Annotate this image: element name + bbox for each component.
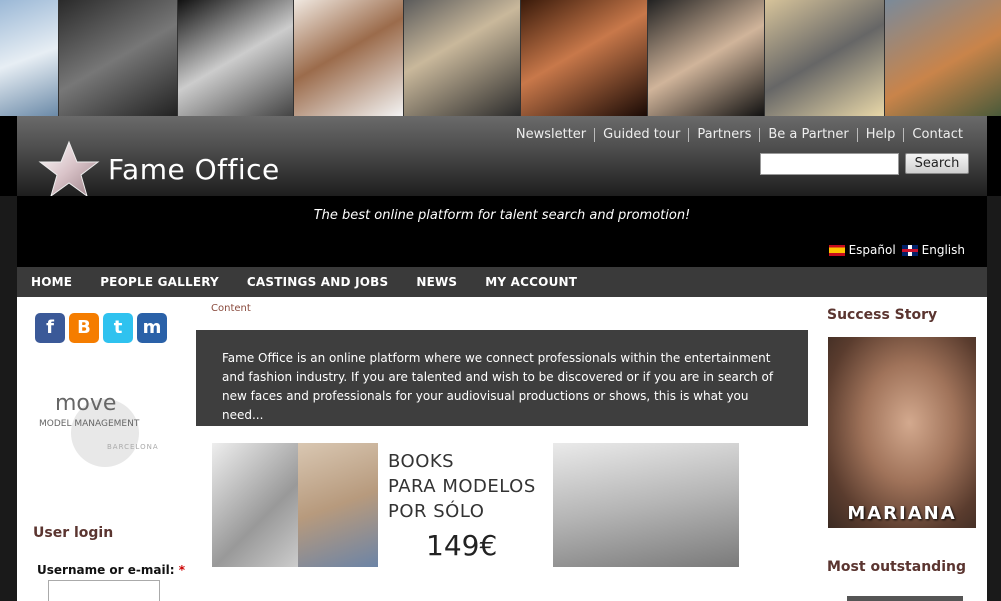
nav-home[interactable]: HOME [17, 275, 86, 289]
tagline-band: The best online platform for talent sear… [17, 196, 987, 267]
header-edge [987, 116, 1001, 196]
model-photo [648, 0, 765, 116]
banner-price: 149€ [426, 529, 498, 562]
banner-line-1: BOOKS [388, 451, 455, 472]
top-link-guided-tour[interactable]: Guided tour [594, 128, 688, 142]
top-links: Newsletter Guided tour Partners Be a Par… [508, 128, 971, 142]
banner-photo-2 [298, 443, 378, 567]
language-en[interactable]: English [922, 243, 965, 257]
nav-my-account[interactable]: MY ACCOUNT [471, 275, 591, 289]
header-edge [0, 116, 17, 196]
site-name: Fame Office [108, 152, 280, 186]
required-mark: * [178, 563, 185, 577]
model-photo [521, 0, 648, 116]
language-switcher: Español English [823, 243, 965, 257]
partner-logo[interactable]: move MODEL MANAGEMENT BARCELONA [31, 379, 163, 489]
search-form: Search [760, 153, 969, 175]
top-link-help[interactable]: Help [856, 128, 904, 142]
star-icon [38, 140, 100, 198]
site-logo[interactable]: Fame Office [38, 140, 280, 198]
main-nav: HOME PEOPLE GALLERY CASTINGS AND JOBS NE… [17, 267, 987, 297]
books-banner[interactable]: BOOKS PARA MODELOS POR SÓLO 149€ [212, 443, 739, 567]
myspace-icon[interactable]: m [137, 313, 167, 343]
model-photo [178, 0, 294, 116]
partner-logo-subtitle: MODEL MANAGEMENT [39, 419, 140, 429]
page-content: f B t m move MODEL MANAGEMENT BARCELONA … [17, 297, 987, 601]
banner-line-3: POR SÓLO [388, 501, 485, 522]
banner-photo-1 [212, 443, 298, 567]
model-photo [765, 0, 885, 116]
language-es[interactable]: Español [849, 243, 896, 257]
banner-line-2: PARA MODELOS [388, 476, 536, 497]
search-input[interactable] [760, 153, 899, 175]
spain-flag-icon[interactable] [828, 244, 845, 256]
model-photo [294, 0, 404, 116]
model-photo [404, 0, 521, 116]
banner-text: BOOKS PARA MODELOS POR SÓLO [388, 449, 536, 524]
username-label: Username or e-mail: * [37, 563, 185, 577]
username-label-text: Username or e-mail: [37, 563, 175, 577]
model-photo [885, 0, 1001, 116]
model-photo [0, 0, 59, 116]
tagline: The best online platform for talent sear… [313, 208, 691, 223]
uk-flag-icon[interactable] [901, 244, 918, 256]
success-story-heading: Success Story [827, 307, 938, 323]
most-outstanding-heading: Most outstanding [827, 559, 966, 575]
top-link-partners[interactable]: Partners [688, 128, 759, 142]
top-link-newsletter[interactable]: Newsletter [508, 128, 594, 142]
partner-logo-city: BARCELONA [107, 443, 159, 451]
intro-box: Fame Office is an online platform where … [196, 330, 808, 426]
top-link-contact[interactable]: Contact [903, 128, 971, 142]
blogger-icon[interactable]: B [69, 313, 99, 343]
banner-photo-3 [553, 443, 739, 567]
top-link-be-a-partner[interactable]: Be a Partner [759, 128, 856, 142]
breadcrumb[interactable]: Content [211, 303, 251, 314]
site-header: Fame Office Newsletter Guided tour Partn… [0, 116, 1001, 198]
nav-news[interactable]: NEWS [402, 275, 471, 289]
nav-people-gallery[interactable]: PEOPLE GALLERY [86, 275, 233, 289]
nav-castings-and-jobs[interactable]: CASTINGS AND JOBS [233, 275, 402, 289]
username-field[interactable] [48, 580, 160, 601]
outstanding-photo[interactable] [847, 596, 963, 601]
model-photo [59, 0, 178, 116]
success-story-photo[interactable]: MARIANA [828, 337, 976, 528]
photo-strip [0, 0, 1001, 116]
success-story-name: MARIANA [847, 503, 957, 524]
social-links: f B t m [35, 313, 171, 343]
partner-logo-title: move [55, 391, 117, 416]
search-button[interactable]: Search [905, 153, 969, 174]
twitter-icon[interactable]: t [103, 313, 133, 343]
user-login-heading: User login [33, 525, 114, 541]
facebook-icon[interactable]: f [35, 313, 65, 343]
